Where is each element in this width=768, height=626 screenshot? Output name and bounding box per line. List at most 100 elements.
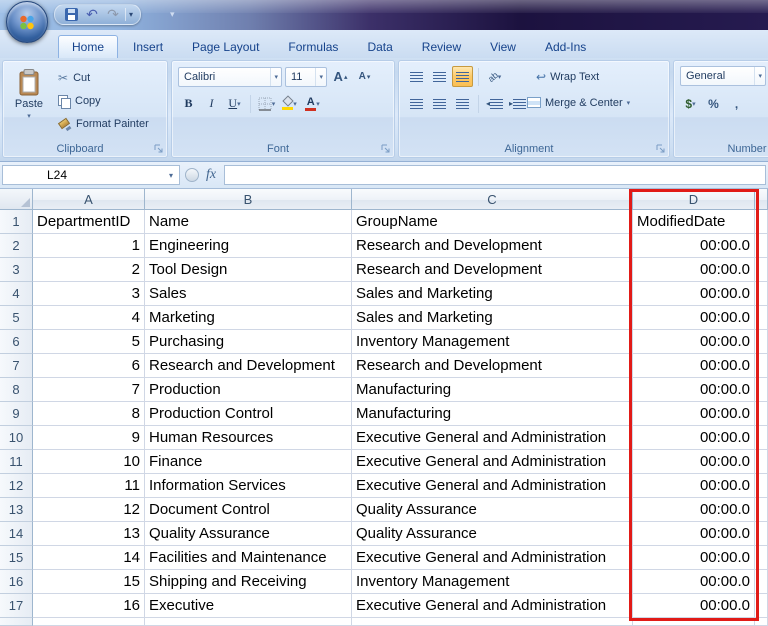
- tab-review[interactable]: Review: [408, 35, 475, 58]
- cell-D5[interactable]: 00:00.0: [633, 306, 755, 330]
- cell-D11[interactable]: 00:00.0: [633, 450, 755, 474]
- cell-B10[interactable]: Human Resources: [145, 426, 352, 450]
- cell-B17[interactable]: Executive: [145, 594, 352, 618]
- cell-A10[interactable]: 9: [33, 426, 145, 450]
- cell-C15[interactable]: Executive General and Administration: [352, 546, 633, 570]
- cell-A3[interactable]: 2: [33, 258, 145, 282]
- tab-data[interactable]: Data: [353, 35, 406, 58]
- borders-button[interactable]: ▾: [256, 93, 277, 114]
- column-header-D[interactable]: D: [633, 189, 755, 210]
- cell-C4[interactable]: Sales and Marketing: [352, 282, 633, 306]
- cell-D3[interactable]: 00:00.0: [633, 258, 755, 282]
- accounting-format-button[interactable]: $ ▾: [680, 93, 701, 114]
- tab-view[interactable]: View: [476, 35, 530, 58]
- font-dialog-launcher[interactable]: [380, 143, 392, 155]
- row-header-5[interactable]: 5: [0, 306, 33, 330]
- middle-align-button[interactable]: [429, 66, 450, 87]
- cell-B4[interactable]: Sales: [145, 282, 352, 306]
- cell-C1[interactable]: GroupName: [352, 210, 633, 234]
- orientation-button[interactable]: ab ▾: [484, 66, 505, 87]
- cell-stub-16[interactable]: [755, 570, 768, 594]
- row-header-9[interactable]: 9: [0, 402, 33, 426]
- font-size-combobox[interactable]: 11 ▾: [285, 66, 327, 87]
- clipboard-dialog-launcher[interactable]: [153, 143, 165, 155]
- cell-D12[interactable]: 00:00.0: [633, 474, 755, 498]
- formula-input[interactable]: [224, 165, 766, 185]
- cell-C2[interactable]: Research and Development: [352, 234, 633, 258]
- cell-D2[interactable]: 00:00.0: [633, 234, 755, 258]
- paste-button[interactable]: Paste ▾: [6, 64, 52, 142]
- cell-stub-2[interactable]: [755, 234, 768, 258]
- cell-D1[interactable]: ModifiedDate: [633, 210, 755, 234]
- alignment-dialog-launcher[interactable]: [655, 143, 667, 155]
- cell-B8[interactable]: Production: [145, 378, 352, 402]
- cell-C7[interactable]: Research and Development: [352, 354, 633, 378]
- cell-D17[interactable]: 00:00.0: [633, 594, 755, 618]
- cell-D7[interactable]: 00:00.0: [633, 354, 755, 378]
- cell-C12[interactable]: Executive General and Administration: [352, 474, 633, 498]
- cell-stub-15[interactable]: [755, 546, 768, 570]
- cell-C13[interactable]: Quality Assurance: [352, 498, 633, 522]
- underline-button[interactable]: U ▾: [224, 93, 245, 114]
- row-header-2[interactable]: 2: [0, 234, 33, 258]
- cell-B16[interactable]: Shipping and Receiving: [145, 570, 352, 594]
- row-header-14[interactable]: 14: [0, 522, 33, 546]
- cell-A4[interactable]: 3: [33, 282, 145, 306]
- cell-C10[interactable]: Executive General and Administration: [352, 426, 633, 450]
- cell-stub-7[interactable]: [755, 354, 768, 378]
- row-header-6[interactable]: 6: [0, 330, 33, 354]
- row-header-10[interactable]: 10: [0, 426, 33, 450]
- cell-C5[interactable]: Sales and Marketing: [352, 306, 633, 330]
- cell-C9[interactable]: Manufacturing: [352, 402, 633, 426]
- cell-B13[interactable]: Document Control: [145, 498, 352, 522]
- italic-button[interactable]: I: [201, 93, 222, 114]
- percent-format-button[interactable]: %: [703, 93, 724, 114]
- cell-B14[interactable]: Quality Assurance: [145, 522, 352, 546]
- cell-A15[interactable]: 14: [33, 546, 145, 570]
- cell-C17[interactable]: Executive General and Administration: [352, 594, 633, 618]
- cell-stub-10[interactable]: [755, 426, 768, 450]
- cell-stub-13[interactable]: [755, 498, 768, 522]
- cell-A13[interactable]: 12: [33, 498, 145, 522]
- cell-B3[interactable]: Tool Design: [145, 258, 352, 282]
- align-center-button[interactable]: [429, 93, 450, 114]
- cell-D15[interactable]: 00:00.0: [633, 546, 755, 570]
- column-header-C[interactable]: C: [352, 189, 633, 210]
- cell-C11[interactable]: Executive General and Administration: [352, 450, 633, 474]
- cell-A9[interactable]: 8: [33, 402, 145, 426]
- cell-D4[interactable]: 00:00.0: [633, 282, 755, 306]
- row-header-15[interactable]: 15: [0, 546, 33, 570]
- cell-A7[interactable]: 6: [33, 354, 145, 378]
- office-button[interactable]: [6, 1, 48, 43]
- cell-B15[interactable]: Facilities and Maintenance: [145, 546, 352, 570]
- cell-A12[interactable]: 11: [33, 474, 145, 498]
- wrap-text-button[interactable]: ↩ Wrap Text: [532, 66, 603, 87]
- comma-format-button[interactable]: ,: [726, 93, 747, 114]
- bold-button[interactable]: B: [178, 93, 199, 114]
- select-all-corner[interactable]: [0, 189, 33, 210]
- cell-A2[interactable]: 1: [33, 234, 145, 258]
- tab-home[interactable]: Home: [58, 35, 119, 58]
- cell-stub-8[interactable]: [755, 378, 768, 402]
- merge-center-button[interactable]: Merge & Center ▾: [523, 92, 634, 113]
- cell-C6[interactable]: Inventory Management: [352, 330, 633, 354]
- top-align-button[interactable]: [406, 66, 427, 87]
- row-header-8[interactable]: 8: [0, 378, 33, 402]
- decrease-indent-button[interactable]: ◂: [484, 93, 505, 114]
- format-painter-button[interactable]: Format Painter: [55, 114, 152, 134]
- cell-A1[interactable]: DepartmentID: [33, 210, 145, 234]
- cell-B11[interactable]: Finance: [145, 450, 352, 474]
- number-format-combobox[interactable]: General ▾: [680, 66, 766, 86]
- cell-stub-17[interactable]: [755, 594, 768, 618]
- redo-button[interactable]: ↷: [104, 6, 122, 23]
- align-right-button[interactable]: [452, 93, 473, 114]
- row-header-12[interactable]: 12: [0, 474, 33, 498]
- cell-B12[interactable]: Information Services: [145, 474, 352, 498]
- shrink-font-button[interactable]: A ▾: [354, 66, 375, 87]
- cell-stub-1[interactable]: [755, 210, 768, 234]
- cell-B6[interactable]: Purchasing: [145, 330, 352, 354]
- undo-button[interactable]: ↶: [83, 6, 101, 23]
- cell-D10[interactable]: 00:00.0: [633, 426, 755, 450]
- cell-A8[interactable]: 7: [33, 378, 145, 402]
- column-header-stub[interactable]: [755, 189, 768, 210]
